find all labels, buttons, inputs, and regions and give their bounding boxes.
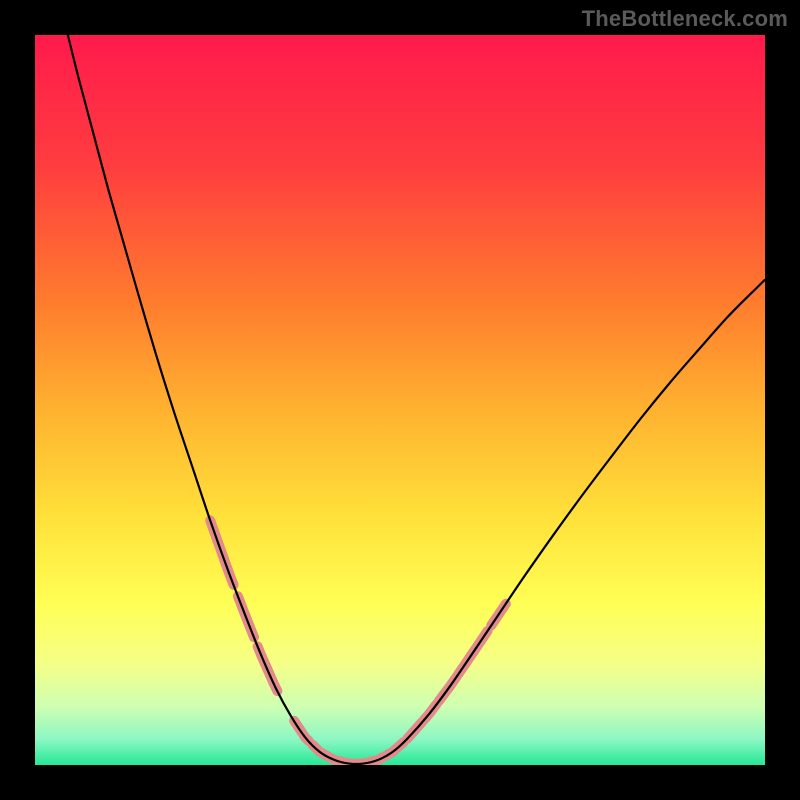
- bottleneck-plot: [35, 35, 765, 765]
- chart-frame: TheBottleneck.com: [0, 0, 800, 800]
- watermark-text: TheBottleneck.com: [582, 6, 788, 32]
